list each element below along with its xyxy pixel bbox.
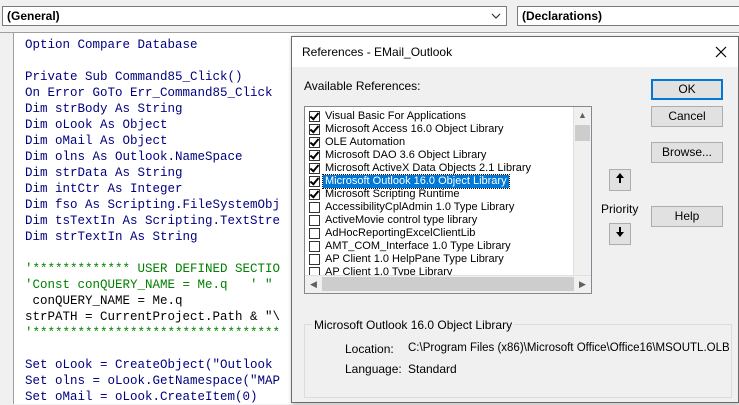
reference-label: AP Client 1.0 HelpPane Type Library [325, 253, 504, 265]
object-procedure-bar: (General) (Declarations) [0, 0, 739, 30]
available-references-label: Available References: [304, 79, 421, 93]
code-line[interactable]: conQUERY_NAME = Me.q [25, 293, 280, 309]
arrow-down-icon [615, 226, 625, 241]
code-line[interactable] [25, 53, 280, 69]
code-line[interactable]: Dim fso As Scripting.FileSystemObj [25, 197, 280, 213]
scroll-left-icon[interactable]: ◀ [305, 276, 322, 293]
priority-up-button[interactable] [609, 169, 631, 191]
code-line[interactable]: Dim strBody As String [25, 101, 280, 117]
procedure-combo[interactable]: (Declarations) [517, 6, 739, 26]
scroll-right-icon[interactable]: ▶ [574, 276, 591, 293]
code-line[interactable]: '************* USER DEFINED SECTIO [25, 261, 280, 277]
checkbox-unchecked-icon[interactable] [309, 215, 320, 226]
code-line[interactable]: Dim tsTextIn As Scripting.TextStre [25, 213, 280, 229]
reference-list-item[interactable]: AdHocReportingExcelClientLib [307, 227, 575, 240]
reference-list-item[interactable]: Microsoft Access 16.0 Object Library [307, 123, 575, 136]
reference-label: AdHocReportingExcelClientLib [325, 227, 476, 239]
checkbox-unchecked-icon[interactable] [309, 254, 320, 265]
reference-label: AMT_COM_Interface 1.0 Type Library [325, 240, 511, 252]
code-text[interactable]: Option Compare Database Private Sub Comma… [25, 37, 280, 405]
info-group-title: Microsoft Outlook 16.0 Object Library [312, 318, 515, 332]
reference-label: AccessibilityCplAdmin 1.0 Type Library [325, 201, 515, 213]
code-line[interactable]: 'Const conQUERY_NAME = Me.q ' " [25, 277, 280, 293]
priority-down-button[interactable] [609, 223, 631, 245]
code-line[interactable]: strPATH = CurrentProject.Path & "\ [25, 309, 280, 325]
language-label: Language: [345, 362, 402, 376]
location-label: Location: [345, 342, 394, 356]
code-line[interactable]: Dim olns As Outlook.NameSpace [25, 149, 280, 165]
code-line[interactable]: Dim oMail As Object [25, 133, 280, 149]
dialog-titlebar[interactable]: References - EMail_Outlook [292, 37, 738, 67]
reference-label: Microsoft ActiveX Data Objects 2.1 Libra… [325, 162, 532, 174]
reference-list-item[interactable]: OLE Automation [307, 136, 575, 149]
references-listbox[interactable]: Visual Basic For Applications Microsoft A… [304, 106, 592, 294]
reference-label: Microsoft DAO 3.6 Object Library [325, 149, 487, 161]
reference-list-item[interactable]: Microsoft Scripting Runtime [307, 188, 575, 201]
margin-indicator-bar[interactable] [0, 33, 14, 404]
reference-label: Microsoft Outlook 16.0 Object Library [322, 174, 510, 189]
reference-label: Microsoft Scripting Runtime [325, 188, 460, 200]
code-line[interactable]: Dim strTextIn As String [25, 229, 280, 245]
checkbox-checked-icon[interactable] [309, 137, 320, 148]
checkbox-checked-icon[interactable] [309, 150, 320, 161]
checkbox-checked-icon[interactable] [309, 163, 320, 174]
checkbox-unchecked-icon[interactable] [309, 241, 320, 252]
code-line[interactable] [25, 245, 280, 261]
reference-list-item[interactable]: ActiveMovie control type library [307, 214, 575, 227]
code-line[interactable]: Private Sub Command85_Click() [25, 69, 280, 85]
reference-list-item[interactable]: AP Client 1.0 HelpPane Type Library [307, 253, 575, 266]
reference-list-item[interactable]: AccessibilityCplAdmin 1.0 Type Library [307, 201, 575, 214]
code-line[interactable]: Set olns = oLook.GetNamespace("MAP [25, 373, 280, 389]
dialog-title: References - EMail_Outlook [302, 45, 453, 59]
priority-label: Priority [601, 202, 639, 216]
checkbox-checked-icon[interactable] [309, 111, 320, 122]
help-button[interactable]: Help [651, 206, 723, 227]
code-line[interactable]: Dim intCtr As Integer [25, 181, 280, 197]
reference-list-item[interactable]: Microsoft Outlook 16.0 Object Library [307, 174, 575, 189]
code-line[interactable] [25, 341, 280, 357]
reference-label: ActiveMovie control type library [325, 214, 478, 226]
code-line[interactable]: Set oLook = CreateObject("Outlook [25, 357, 280, 373]
reference-list-item[interactable]: Visual Basic For Applications [307, 110, 575, 123]
reference-list-item[interactable]: Microsoft DAO 3.6 Object Library [307, 149, 575, 162]
checkbox-checked-icon[interactable] [309, 189, 320, 200]
code-line[interactable]: '********************************* [25, 325, 280, 341]
reference-list-item[interactable]: Microsoft ActiveX Data Objects 2.1 Libra… [307, 162, 575, 175]
browse-button[interactable]: Browse... [651, 142, 723, 163]
procedure-combo-value: (Declarations) [522, 9, 603, 23]
ok-button[interactable]: OK [651, 79, 723, 100]
checkbox-checked-icon[interactable] [309, 176, 320, 187]
checkbox-checked-icon[interactable] [309, 124, 320, 135]
code-line[interactable]: Option Compare Database [25, 37, 280, 53]
code-line[interactable]: Dim strData As String [25, 165, 280, 181]
scroll-thumb-horizontal[interactable] [322, 277, 574, 291]
arrow-up-icon [615, 172, 625, 187]
cancel-button[interactable]: Cancel [651, 106, 723, 127]
reference-label: OLE Automation [325, 136, 406, 148]
object-combo[interactable]: (General) [2, 6, 507, 26]
code-line[interactable]: On Error GoTo Err_Command85_Click [25, 85, 280, 101]
reference-list-item[interactable]: AMT_COM_Interface 1.0 Type Library [307, 240, 575, 253]
language-value: Standard [408, 362, 457, 376]
references-dialog: References - EMail_Outlook Available Ref… [291, 36, 739, 403]
checkbox-unchecked-icon[interactable] [309, 228, 320, 239]
location-value: C:\Program Files (x86)\Microsoft Office\… [408, 342, 730, 354]
code-line[interactable]: Dim oLook As Object [25, 117, 280, 133]
checkbox-unchecked-icon[interactable] [309, 202, 320, 213]
close-icon[interactable] [710, 41, 732, 63]
chevron-down-icon[interactable] [490, 9, 502, 23]
scroll-thumb[interactable] [575, 125, 590, 141]
selected-reference-info [304, 324, 732, 398]
reference-label: Microsoft Access 16.0 Object Library [325, 123, 504, 135]
horizontal-scrollbar[interactable]: ◀ ▶ [305, 275, 591, 293]
object-combo-value: (General) [7, 9, 60, 23]
reference-label: Visual Basic For Applications [325, 110, 467, 122]
scroll-up-icon[interactable]: ▲ [574, 107, 591, 124]
vertical-scrollbar[interactable]: ▲ [573, 107, 591, 278]
